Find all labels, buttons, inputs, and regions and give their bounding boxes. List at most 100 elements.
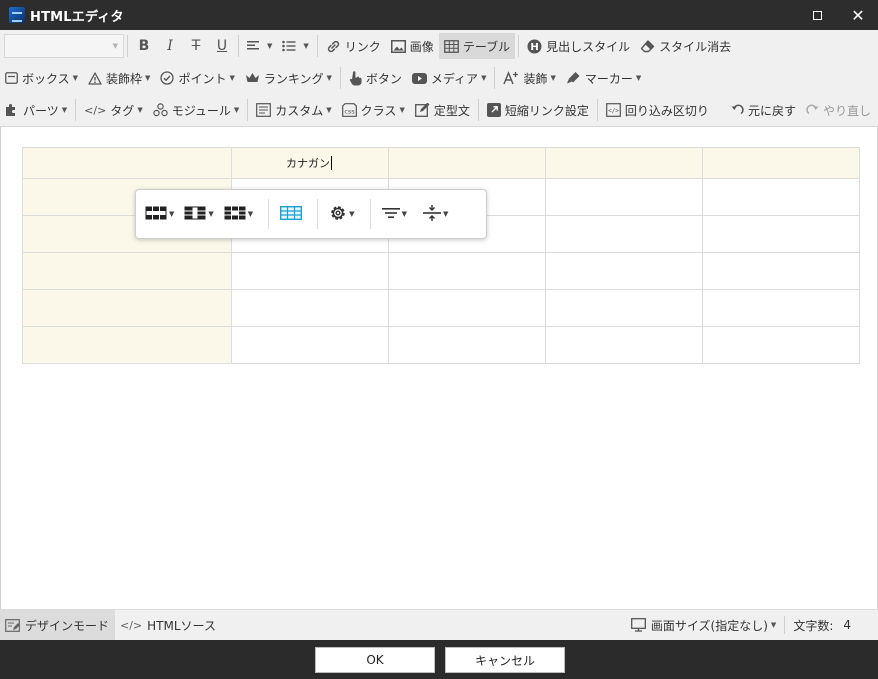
table-cell[interactable] (545, 147, 703, 179)
table-cell[interactable] (388, 289, 546, 327)
template-button[interactable]: 定型文 (410, 97, 475, 123)
link-button[interactable]: リンク (321, 33, 386, 59)
table-cell[interactable] (231, 252, 389, 290)
editor-canvas[interactable]: カナガン ▼ ▼ ▼ ▼ ▼ ▼ (0, 127, 878, 609)
image-button[interactable]: 画像 (386, 33, 439, 59)
dialog-footer: OK キャンセル (0, 640, 878, 679)
bold-button[interactable]: B (131, 33, 157, 59)
table-cell[interactable] (545, 326, 703, 364)
cell-text: カナガン (286, 157, 330, 170)
chevron-down-icon: ▼ (72, 74, 79, 82)
short-link-button[interactable]: 短縮リンク設定 (482, 97, 594, 123)
table-cell[interactable] (702, 178, 860, 216)
maximize-icon (812, 10, 822, 20)
tag-menu[interactable]: </> タグ ▼ (79, 97, 148, 123)
table-cell[interactable] (22, 147, 232, 179)
class-menu[interactable]: css クラス ▼ (337, 97, 410, 123)
table-cell[interactable] (22, 326, 232, 364)
heading-style-button[interactable]: H 見出しスタイル (522, 33, 635, 59)
media-menu[interactable]: メディア ▼ (407, 65, 492, 91)
cancel-button[interactable]: キャンセル (445, 647, 565, 673)
ok-button[interactable]: OK (315, 647, 435, 673)
module-icon (153, 103, 168, 117)
table-cell[interactable] (22, 289, 232, 327)
frame-menu[interactable]: 装飾枠 ▼ (83, 65, 155, 91)
horizontal-align-button[interactable]: ▼ (379, 199, 410, 229)
format-select[interactable]: ▼ (4, 34, 124, 58)
chevron-down-icon: ▼ (481, 74, 487, 82)
table-cell[interactable] (388, 252, 546, 290)
strikethrough-button[interactable]: T (183, 33, 209, 59)
button-label: ボタン (365, 71, 402, 86)
custom-menu[interactable]: カスタム ▼ (251, 97, 336, 123)
table-cell[interactable] (545, 252, 703, 290)
content-table[interactable]: カナガン (22, 147, 860, 364)
undo-button[interactable]: 元に戻す (726, 97, 801, 123)
font-size-icon (503, 71, 519, 85)
table-properties-button[interactable] (277, 199, 305, 229)
close-button[interactable]: ✕ (838, 0, 878, 30)
table-cell[interactable] (702, 326, 860, 364)
toolbar-divider (494, 67, 496, 89)
table-cell[interactable] (231, 289, 389, 327)
image-icon (390, 39, 406, 53)
table-cell[interactable] (702, 289, 860, 327)
wrap-break-button[interactable]: </> 回り込み区切り (601, 97, 714, 123)
table-cell[interactable] (545, 289, 703, 327)
table-cell[interactable] (388, 147, 546, 179)
heading-icon: H (527, 39, 542, 54)
point-menu[interactable]: ポイント ▼ (155, 65, 239, 91)
underline-button[interactable]: U (209, 33, 235, 59)
char-count: 文字数: 4 (785, 610, 878, 640)
strikethrough-icon: T (191, 38, 201, 54)
table-cell[interactable] (388, 326, 546, 364)
marker-menu[interactable]: マーカー ▼ (561, 65, 646, 91)
clear-style-label: スタイル消去 (659, 39, 732, 54)
link-icon (326, 39, 341, 54)
ranking-menu[interactable]: ランキング ▼ (240, 65, 337, 91)
box-menu[interactable]: ボックス ▼ (0, 65, 83, 91)
list-button[interactable]: ▼ (277, 33, 313, 59)
table-cell[interactable] (231, 326, 389, 364)
screen-size-select[interactable]: 画面サイズ(指定なし) ▼ (623, 610, 784, 640)
italic-button[interactable]: I (157, 33, 183, 59)
parts-menu[interactable]: パーツ ▼ (0, 97, 72, 123)
table-cell[interactable] (702, 252, 860, 290)
table-cell[interactable] (22, 252, 232, 290)
table-cell[interactable]: カナガン (231, 147, 389, 179)
module-menu[interactable]: モジュール ▼ (148, 97, 245, 123)
clear-style-button[interactable]: スタイル消去 (635, 33, 736, 59)
table-cell[interactable] (702, 215, 860, 253)
align-button[interactable]: ▼ (242, 33, 277, 59)
decoration-menu[interactable]: 装飾 ▼ (498, 65, 560, 91)
edit-box-icon (414, 103, 430, 117)
screen-size-label: 画面サイズ(指定なし) (650, 618, 768, 633)
toolbar-divider (238, 35, 239, 57)
monitor-icon (630, 618, 646, 632)
toolbar-divider (316, 35, 318, 57)
table-cell[interactable] (545, 178, 703, 216)
undo-label: 元に戻す (747, 103, 796, 118)
cell-settings-button[interactable]: ▼ (326, 199, 357, 229)
table-cell[interactable] (545, 215, 703, 253)
maximize-button[interactable] (797, 0, 837, 30)
insert-column-button[interactable]: ▼ (181, 199, 216, 229)
char-count-value: 4 (843, 618, 851, 632)
table-cell[interactable] (702, 147, 860, 179)
chevron-down-icon: ▼ (229, 74, 235, 82)
button-insert[interactable]: ボタン (344, 65, 407, 91)
tab-html-source[interactable]: </> HTMLソース (115, 610, 222, 640)
vertical-align-button[interactable]: ▼ (420, 199, 451, 229)
template-label: 定型文 (433, 103, 470, 118)
tab-design-mode[interactable]: デザインモード (0, 610, 116, 640)
chevron-down-icon: ▼ (401, 210, 407, 218)
chevron-down-icon: ▼ (770, 621, 777, 629)
cell-merge-button[interactable]: ▼ (221, 199, 256, 229)
insert-row-button[interactable]: ▼ (142, 199, 177, 229)
redo-button[interactable]: やり直し (801, 97, 876, 123)
play-icon (411, 72, 427, 84)
table-button[interactable]: テーブル (438, 33, 516, 59)
short-link-label: 短縮リンク設定 (504, 103, 589, 118)
tag-label: タグ (110, 103, 135, 118)
table-row (22, 289, 860, 327)
